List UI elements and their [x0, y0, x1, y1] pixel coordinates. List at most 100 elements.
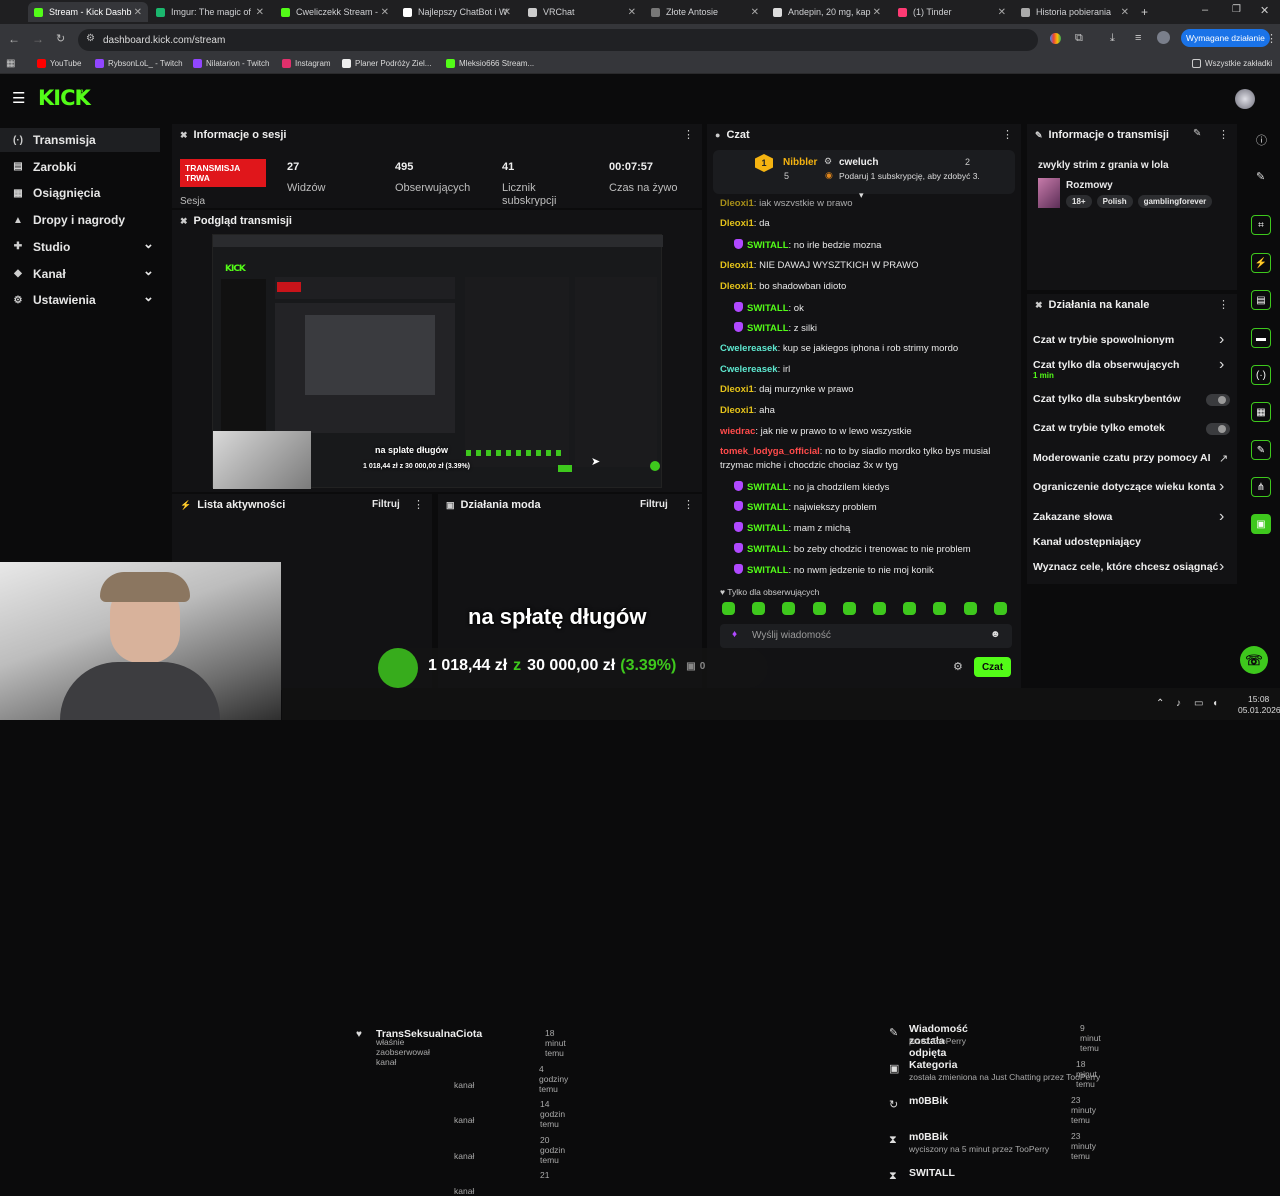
browser-tab[interactable]: Najlepszy ChatBot i W ✕ — [397, 2, 517, 22]
sub-gift-leaderboard[interactable]: 1 Nibbler 5 ⚙ cweluch 2 ◉ Podaruj 1 subs… — [713, 150, 1015, 194]
chevron-right-icon[interactable]: › — [1219, 508, 1224, 526]
bookmark-item[interactable]: Instagram — [282, 59, 331, 68]
toolbar-lightning-icon[interactable]: ⚡ — [1251, 253, 1271, 273]
channel-action-item[interactable]: Zakazane słowa — [1033, 511, 1112, 523]
toolbar-wrench-icon[interactable]: ✎ — [1251, 440, 1271, 460]
bookmark-item[interactable]: Planer Podróży Ziel... — [342, 59, 431, 68]
chat-username[interactable]: SWITALL — [747, 323, 789, 334]
mod-filter-button[interactable]: Filtruj — [640, 499, 668, 510]
tab-close-icon[interactable]: ✕ — [873, 7, 881, 18]
browser-tab[interactable]: Stream - Kick Dashb ✕ — [28, 2, 148, 22]
site-info-icon[interactable]: ⚙ — [86, 33, 95, 44]
sidebar-item-2[interactable]: ▤ Zarobki — [0, 155, 160, 179]
collapse-chevron-icon[interactable]: ▾ — [859, 190, 864, 201]
channel-action-item[interactable]: Czat w trybie tylko emotek — [1033, 422, 1165, 434]
category-name[interactable]: Rozmowy — [1066, 180, 1113, 191]
chat-message[interactable]: SWITALL: mam z michą — [720, 522, 850, 534]
chat-message[interactable]: Dleoxi1: da — [720, 218, 770, 229]
browser-tab[interactable]: VRChat ✕ — [522, 2, 642, 22]
profile-avatar[interactable] — [1157, 31, 1170, 44]
toolbar-grid-icon[interactable]: ▣ — [1251, 514, 1271, 534]
download-icon[interactable]: ⤓ — [1110, 32, 1115, 45]
media-control-icon[interactable]: ≡ — [1135, 32, 1141, 44]
chat-username[interactable]: Dleoxi1 — [720, 218, 754, 229]
chat-username[interactable]: SWITALL — [747, 240, 789, 251]
tab-close-icon[interactable]: ✕ — [751, 7, 759, 18]
channel-action-item[interactable]: Czat tylko dla subskrybentów — [1033, 393, 1181, 405]
chat-message[interactable]: wiedrac: jak nie w prawo to w lewo wszys… — [720, 426, 912, 437]
edit-icon[interactable]: ✎ — [1256, 170, 1265, 183]
chat-message[interactable]: SWITALL: ok — [720, 302, 804, 314]
toolbar-printer-icon[interactable]: ▦ — [1251, 402, 1271, 422]
emote-icon[interactable] — [903, 602, 917, 615]
tab-close-icon[interactable]: ✕ — [134, 7, 142, 18]
chevron-right-icon[interactable]: › — [1219, 356, 1224, 374]
sidebar-item-7[interactable]: ⚙ Ustawienia ⌄ — [0, 288, 160, 312]
channel-action-item[interactable]: Kanał udostępniający — [1033, 536, 1141, 548]
stream-tag[interactable]: 18+ — [1066, 195, 1092, 208]
info-icon[interactable]: ⓘ — [1256, 132, 1267, 148]
channel-action-item[interactable]: Czat tylko dla obserwujących — [1033, 359, 1179, 371]
toolbar-capture-icon[interactable]: ⌗ — [1251, 215, 1271, 235]
chat-username[interactable]: Cwelereasek — [720, 343, 778, 354]
emote-icon[interactable] — [873, 602, 886, 615]
chat-username[interactable]: Dleoxi1 — [720, 260, 754, 271]
tray-chevron-icon[interactable]: ⌃ — [1156, 698, 1164, 709]
bookmark-item[interactable]: Mleksio666 Stream... — [446, 59, 534, 68]
chat-message[interactable]: Cwelereasek: kup se jakiegos iphona i ro… — [720, 343, 958, 354]
stream-tag[interactable]: Polish — [1096, 195, 1133, 208]
maximize-window-button[interactable]: ❐ — [1232, 4, 1241, 15]
update-required-button[interactable]: Wymagane działanie — [1181, 29, 1270, 47]
bookmark-item[interactable]: YouTube — [37, 59, 81, 68]
toggle-switch[interactable] — [1206, 394, 1230, 406]
stream-info-more-icon[interactable]: ⋮ — [1218, 128, 1229, 141]
url-input[interactable]: ⚙ dashboard.kick.com/stream — [78, 29, 1038, 51]
chat-message[interactable]: Cwelereasek: irl — [720, 364, 790, 375]
stream-tag[interactable]: gamblingforever — [1137, 195, 1213, 208]
chat-message[interactable]: Dleoxi1: bo shadowban idioto — [720, 281, 846, 292]
channel-action-item[interactable]: Moderowanie czatu przy pomocy AI — [1033, 452, 1211, 464]
chat-message[interactable]: SWITALL: no ja chodzilem kiedys — [720, 481, 889, 493]
chevron-right-icon[interactable]: › — [1219, 331, 1224, 349]
toolbar-share-icon[interactable]: ⋔ — [1251, 477, 1271, 497]
tab-close-icon[interactable]: ✕ — [1121, 7, 1129, 18]
emoji-picker-icon[interactable]: ☻ — [990, 629, 1001, 640]
forward-icon[interactable]: → — [32, 32, 44, 46]
browser-tab[interactable]: Historia pobierania ✕ — [1015, 2, 1135, 22]
channel-actions-more-icon[interactable]: ⋮ — [1218, 298, 1229, 311]
tray-display-icon[interactable]: ▭ — [1194, 698, 1203, 709]
chat-message[interactable]: Dleoxi1: NIE DAWAJ WYSZTKICH W PRAWO — [720, 260, 918, 271]
chat-username[interactable]: Dleoxi1 — [720, 405, 754, 416]
mod-more-icon[interactable]: ⋮ — [683, 498, 694, 511]
emote-icon[interactable] — [812, 602, 826, 615]
tray-mic-icon[interactable]: ♪ — [1176, 698, 1181, 709]
chat-username[interactable]: SWITALL — [747, 502, 789, 513]
emote-icon[interactable] — [993, 602, 1007, 615]
back-icon[interactable]: ← — [8, 32, 20, 46]
extensions-puzzle-icon[interactable]: ⧉ — [1075, 32, 1083, 45]
all-bookmarks-button[interactable]: Wszystkie zakładki — [1192, 59, 1272, 68]
tab-close-icon[interactable]: ✕ — [256, 7, 264, 18]
channel-action-item[interactable]: Ograniczenie dotyczące wieku konta — [1033, 481, 1216, 493]
toolbar-document-icon[interactable]: ▤ — [1251, 290, 1271, 310]
stream-preview-video[interactable]: KICK na splate długów 1 018,44 zł z 30 0… — [212, 234, 663, 489]
apps-grid-icon[interactable]: ▦ — [6, 58, 15, 69]
chat-message[interactable]: SWITALL: no nwm jedzenie to nie moj koni… — [720, 564, 934, 576]
sidebar-item-1[interactable]: (·) Transmisja — [0, 128, 160, 152]
activity-filter-button[interactable]: Filtruj — [372, 499, 400, 510]
sidebar-item-6[interactable]: ◆ Kanał ⌄ — [0, 262, 160, 286]
chat-message[interactable]: Dleoxi1: daj murzynke w prawo — [720, 384, 854, 395]
chat-username[interactable]: tomek_lodyga_official — [720, 446, 820, 457]
edit-stream-icon[interactable]: ✎ — [1193, 128, 1201, 139]
bookmark-item[interactable]: Nilatarion - Twitch — [193, 59, 269, 68]
chat-username[interactable]: SWITALL — [747, 523, 789, 534]
channel-action-item[interactable]: Wyznacz cele, które chcesz osiągnąć — [1033, 561, 1218, 573]
chat-message[interactable]: tomek_lodyga_official: no to by siadlo m… — [720, 446, 990, 457]
chat-message[interactable]: Dleoxi1: aha — [720, 405, 775, 416]
chat-send-button[interactable]: Czat — [974, 657, 1011, 677]
chat-username[interactable]: SWITALL — [747, 482, 789, 493]
chat-username[interactable]: SWITALL — [747, 303, 789, 314]
emote-icon[interactable] — [782, 602, 796, 615]
chat-username[interactable]: Cwelereasek — [720, 364, 778, 375]
support-headset-icon[interactable]: ☏ — [1240, 646, 1268, 674]
